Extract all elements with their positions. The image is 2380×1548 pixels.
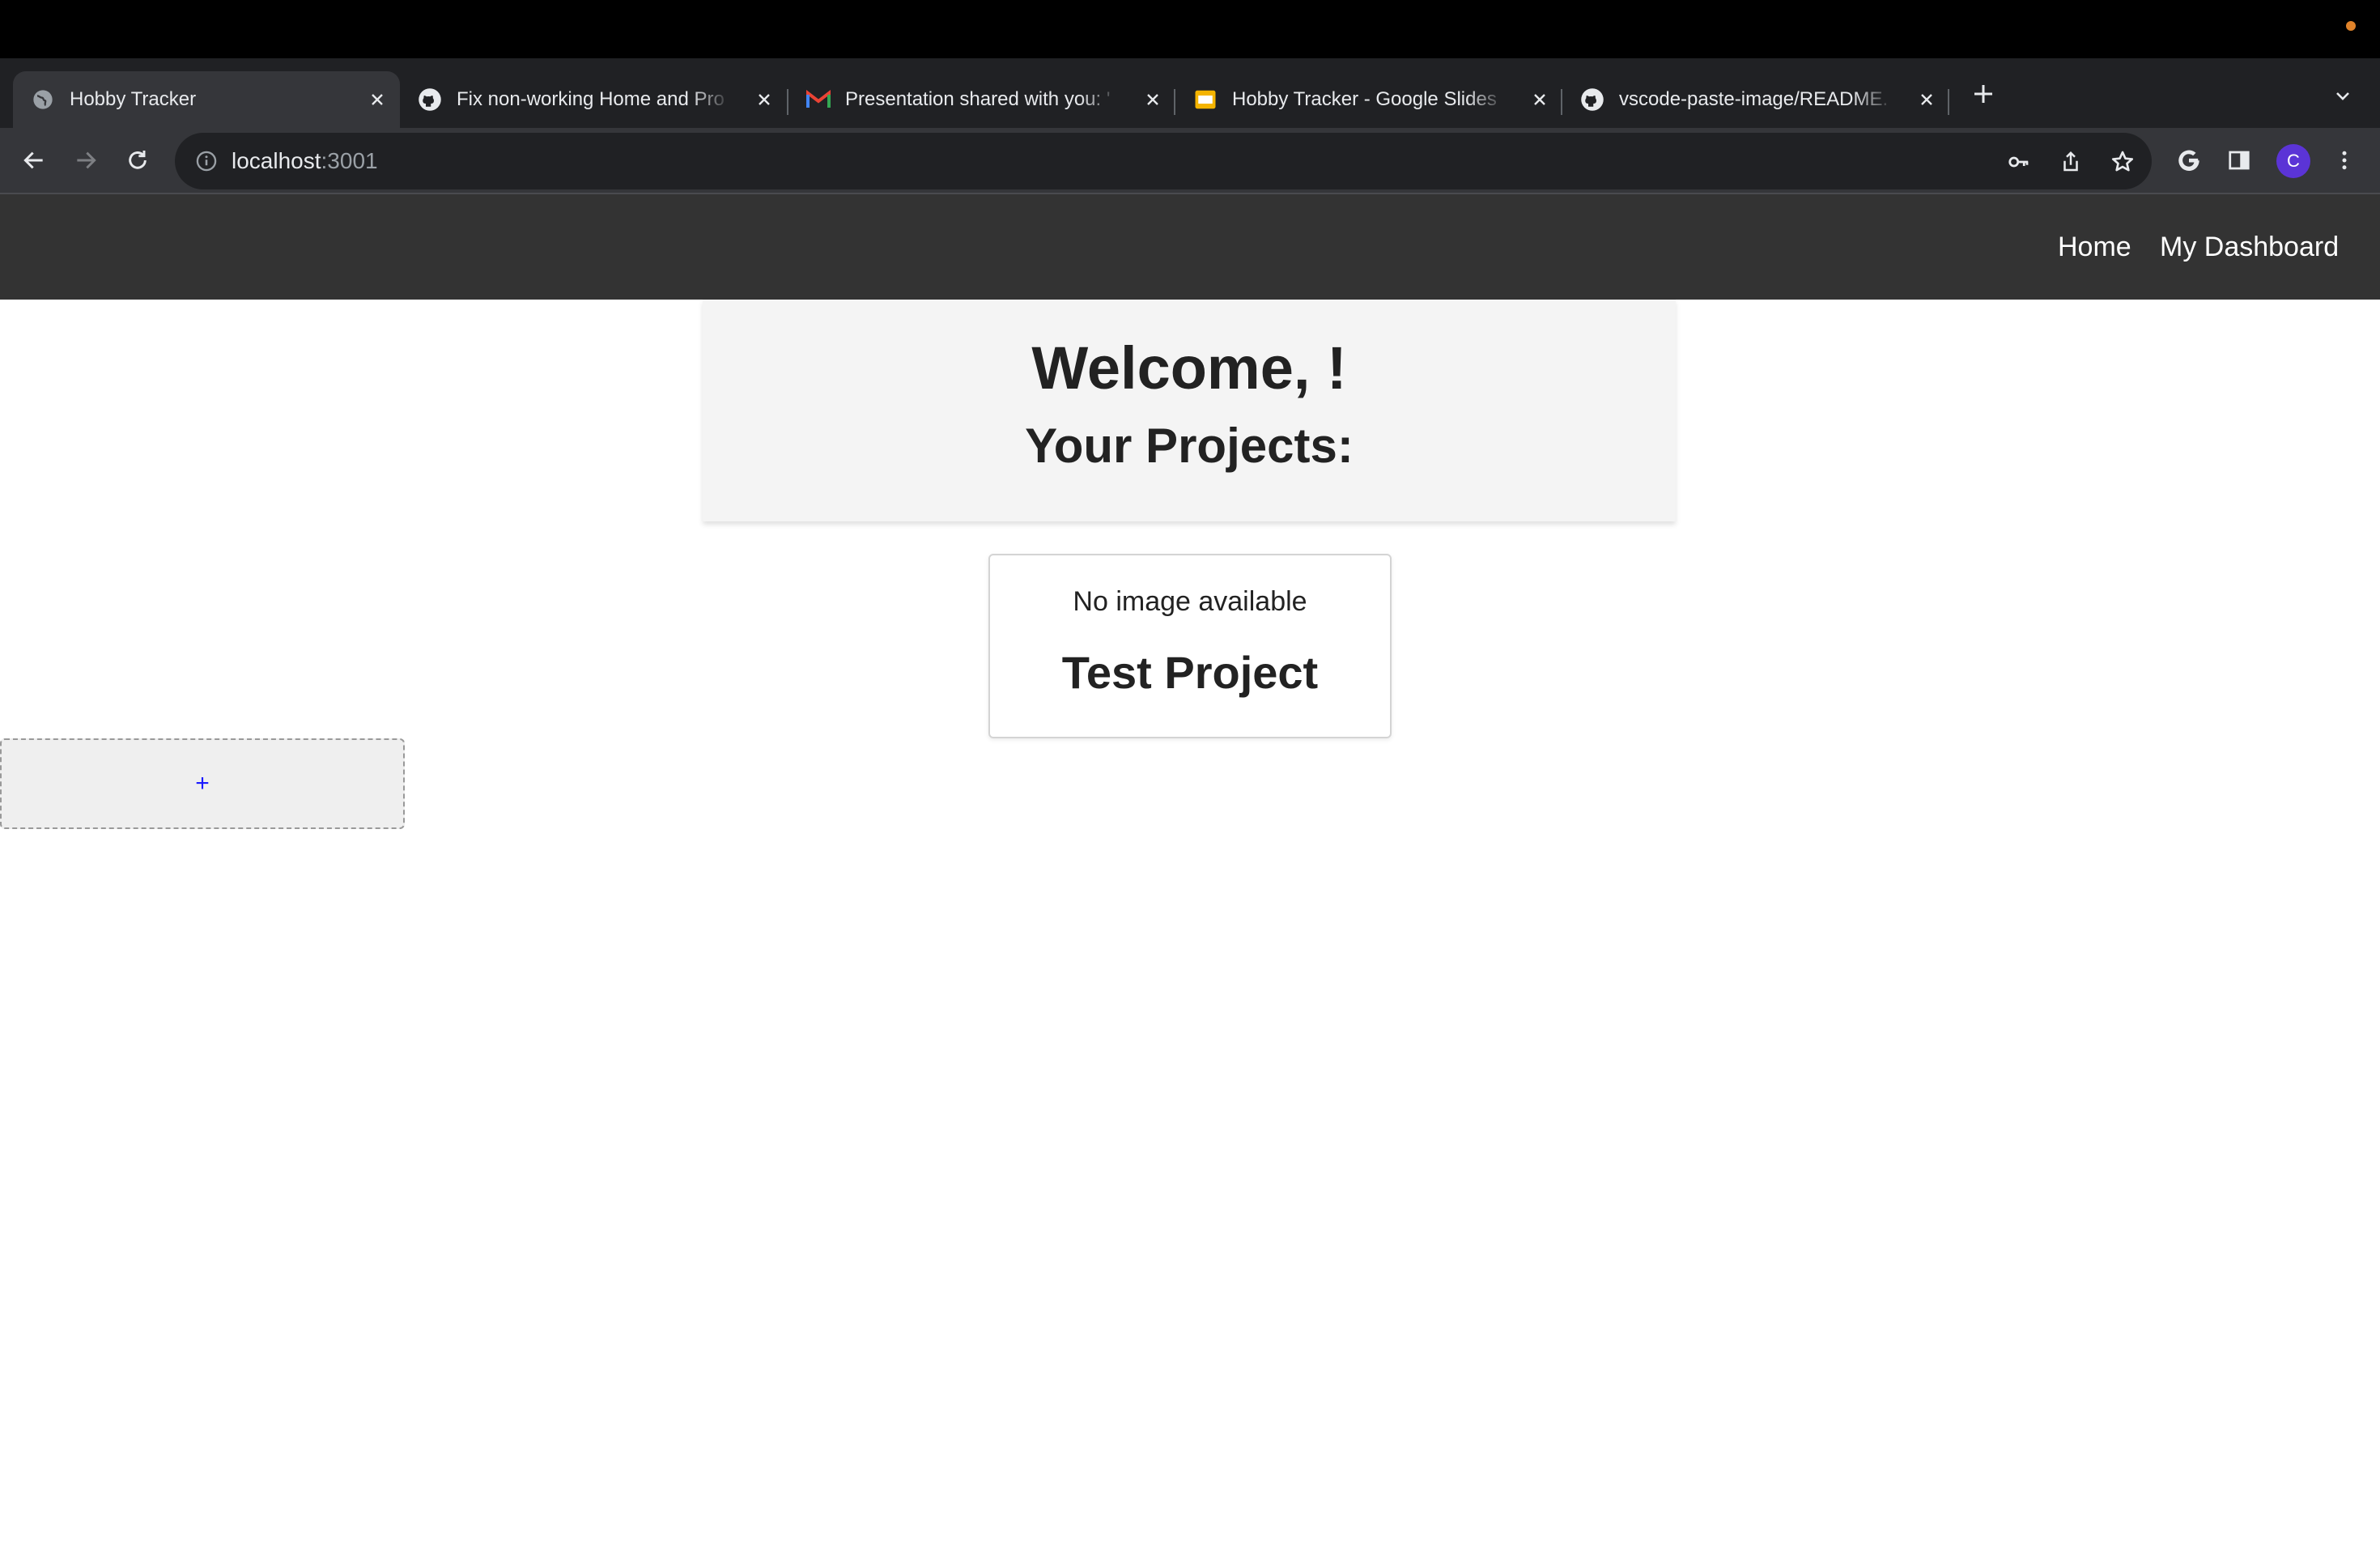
tab-github-readme[interactable]: vscode-paste-image/README. [1562, 71, 1949, 128]
close-icon[interactable] [1141, 88, 1164, 111]
url-host: localhost [232, 148, 321, 173]
google-icon[interactable] [2173, 144, 2205, 176]
tab-separator [1948, 89, 1949, 115]
forward-button[interactable] [70, 144, 102, 176]
chevron-down-icon[interactable] [2330, 83, 2356, 108]
close-icon[interactable] [1915, 88, 1938, 111]
back-button[interactable] [18, 144, 50, 176]
address-bar[interactable]: localhost:3001 [175, 133, 2152, 189]
tab-google-slides[interactable]: Hobby Tracker - Google Slides [1175, 71, 1562, 128]
welcome-title: Welcome, ! [1031, 334, 1347, 402]
close-icon[interactable] [1528, 88, 1551, 111]
tab-gmail[interactable]: Presentation shared with you: ' [788, 71, 1175, 128]
more-menu-icon[interactable] [2328, 144, 2361, 176]
tab-title: Fix non-working Home and Pro [457, 88, 725, 110]
reload-button[interactable] [121, 144, 154, 176]
info-icon[interactable] [193, 147, 220, 175]
tab-github-pr[interactable]: Fix non-working Home and Pro [400, 71, 787, 128]
welcome-panel: Welcome, ! Your Projects: [703, 300, 1676, 521]
add-project-button[interactable]: + [0, 738, 405, 829]
recording-indicator-icon [2346, 21, 2356, 31]
side-panel-icon[interactable] [2223, 144, 2255, 176]
slides-icon [1193, 87, 1218, 112]
nav-home-link[interactable]: Home [2058, 232, 2131, 263]
project-image-placeholder: No image available [1073, 586, 1307, 617]
nav-dashboard-link[interactable]: My Dashboard [2160, 232, 2339, 263]
tab-hobby-tracker[interactable]: Hobby Tracker [13, 71, 400, 128]
project-card[interactable]: No image available Test Project [988, 554, 1392, 738]
project-title: Test Project [1061, 647, 1319, 698]
globe-icon [31, 87, 55, 112]
github-icon [1580, 87, 1604, 112]
tab-title: vscode-paste-image/README. [1619, 88, 1889, 110]
new-tab-button[interactable] [1969, 79, 1998, 108]
close-icon[interactable] [753, 88, 776, 111]
url-text: localhost:3001 [232, 148, 378, 174]
profile-avatar[interactable]: C [2276, 144, 2310, 178]
star-icon[interactable] [2108, 147, 2137, 176]
tab-title: Hobby Tracker [70, 88, 197, 110]
os-menu-bar [0, 0, 2380, 58]
browser-toolbar: localhost:3001 [0, 128, 2380, 194]
browser-tab-strip: Hobby Tracker Fix non-working Home and P… [0, 58, 2380, 128]
tab-title: Hobby Tracker - Google Slides [1232, 88, 1497, 110]
url-port: :3001 [321, 148, 378, 173]
close-icon[interactable] [366, 88, 389, 111]
share-icon[interactable] [2056, 147, 2085, 176]
github-icon [418, 87, 442, 112]
tab-title: Presentation shared with you: ' [845, 88, 1111, 110]
gmail-icon [806, 87, 831, 112]
projects-heading: Your Projects: [1025, 419, 1354, 473]
key-icon[interactable] [2004, 147, 2034, 176]
app-navbar: Home My Dashboard [0, 194, 2380, 300]
